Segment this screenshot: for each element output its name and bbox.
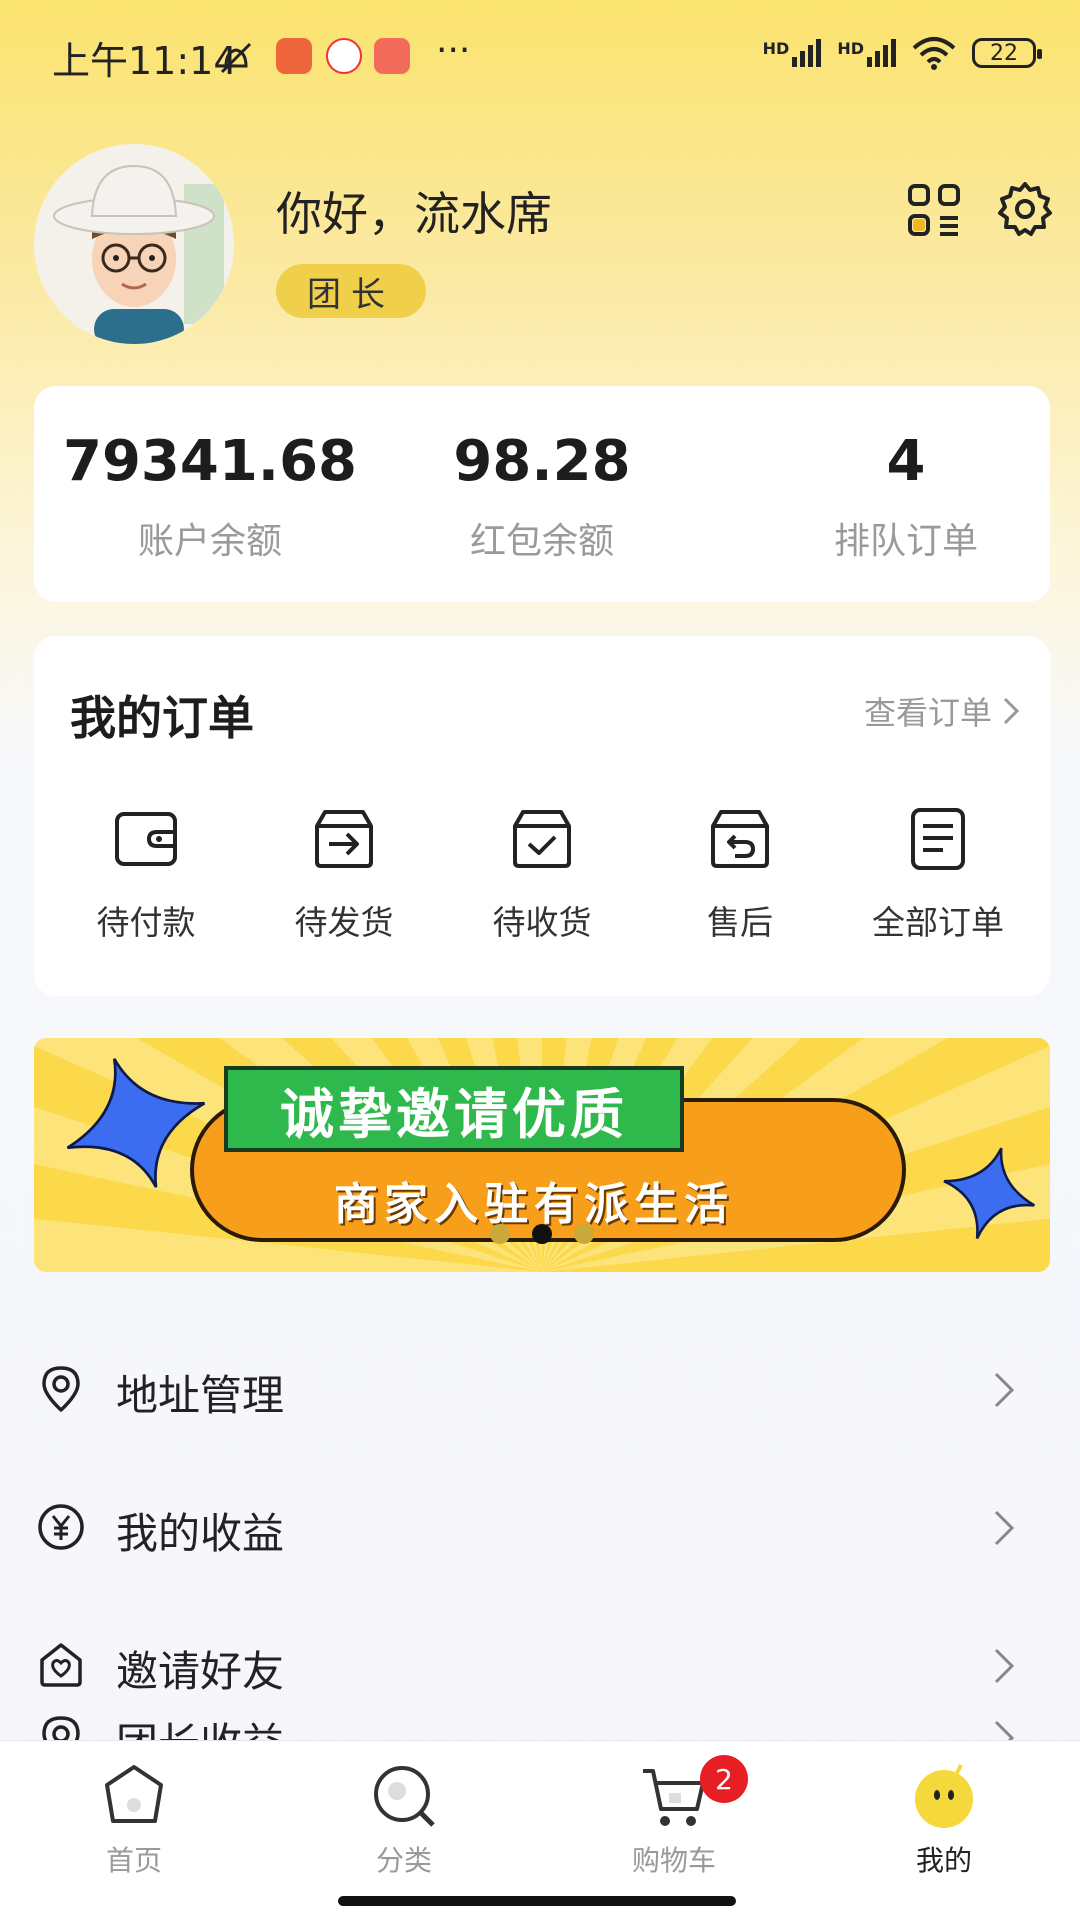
status-right: HD HD 22 <box>763 36 1042 70</box>
stats-card: 79341.68 账户余额 98.28 红包余额 4 排队订单 <box>34 386 1050 602</box>
greeting: 你好，流水席 <box>276 187 552 241</box>
nav-home[interactable]: 首页 <box>34 1761 234 1879</box>
battery-level: 22 <box>990 40 1018 66</box>
box-return-icon <box>711 810 769 868</box>
orders-card: 我的订单 查看订单 待付款 待发货 待收货 售后 全部订单 <box>34 636 1050 996</box>
carousel-dot[interactable] <box>574 1224 594 1244</box>
stat-queued-orders[interactable]: 4 排队订单 <box>756 434 1056 564</box>
menu-label: 团长收益 <box>116 1710 284 1740</box>
role-badge: 团长 <box>276 264 426 318</box>
chevron-right-icon <box>994 1372 1015 1408</box>
order-label: 售后 <box>707 903 773 942</box>
order-label: 待付款 <box>96 903 196 942</box>
nav-category[interactable]: 分类 <box>304 1761 504 1879</box>
carousel-indicator <box>490 1224 594 1244</box>
carousel-dot-active[interactable] <box>532 1224 552 1244</box>
mute-bell-icon <box>220 42 252 74</box>
nav-mine[interactable]: 我的 <box>844 1761 1044 1879</box>
location-icon <box>42 1366 80 1412</box>
nav-label: 首页 <box>105 1844 162 1877</box>
heart-house-icon <box>40 1643 82 1687</box>
stat-label: 排队订单 <box>833 521 978 562</box>
home-icon <box>105 1765 163 1823</box>
bottom-nav: 首页 分类 2 购物车 我的 <box>0 1740 1080 1920</box>
box-arrow-icon <box>315 810 373 868</box>
order-pending-receipt[interactable]: 待收货 <box>452 804 632 944</box>
nav-cart[interactable]: 2 购物车 <box>574 1755 774 1879</box>
banner-subline: 商家入驻有派生活 <box>334 1179 734 1230</box>
menu-label: 邀请好友 <box>116 1647 285 1696</box>
nav-label: 购物车 <box>631 1844 716 1877</box>
status-bar: 上午11:14 ··· HD HD 22 <box>0 0 1080 110</box>
gear-icon[interactable] <box>996 180 1054 238</box>
stat-label: 红包余额 <box>469 521 614 562</box>
home-indicator[interactable] <box>338 1896 736 1906</box>
order-pending-shipment[interactable]: 待发货 <box>254 804 434 944</box>
signal-label: HD <box>762 39 790 58</box>
view-orders-label: 查看订单 <box>863 694 992 732</box>
signal-label: HD <box>837 39 864 58</box>
search-icon <box>374 1766 435 1827</box>
nav-label: 我的 <box>915 1844 972 1877</box>
orders-title: 我的订单 <box>70 691 254 745</box>
avatar[interactable] <box>34 144 234 344</box>
order-pending-payment[interactable]: 待付款 <box>56 804 236 944</box>
smiley-icon <box>915 1764 973 1828</box>
carousel-dot[interactable] <box>490 1224 510 1244</box>
order-after-sales[interactable]: 售后 <box>650 804 830 944</box>
order-all[interactable]: 全部订单 <box>848 804 1028 944</box>
order-label: 待收货 <box>492 903 592 942</box>
chevron-right-icon <box>994 1720 1015 1740</box>
battery-icon: 22 <box>972 38 1042 68</box>
stat-label: 账户余额 <box>137 521 282 562</box>
sparkle-icon <box>943 1147 1035 1239</box>
menu-label: 地址管理 <box>116 1371 285 1420</box>
stat-account-balance[interactable]: 79341.68 账户余额 <box>60 434 360 564</box>
yuan-icon <box>38 1504 84 1550</box>
nav-label: 分类 <box>375 1844 432 1877</box>
stat-value: 98.28 <box>453 429 631 494</box>
baidu-map-notification-icon <box>326 38 362 74</box>
chevron-right-icon <box>1003 697 1020 725</box>
chevron-right-icon <box>994 1648 1015 1684</box>
avatar-illustration <box>53 164 224 344</box>
signal-icon: HD <box>837 39 896 67</box>
wifi-icon <box>912 37 956 70</box>
stat-value: 79341.68 <box>62 429 358 494</box>
order-label: 全部订单 <box>872 903 1004 942</box>
document-icon <box>911 808 965 870</box>
menu-my-earnings[interactable]: 我的收益 <box>0 1472 1080 1592</box>
menu-address-management[interactable]: 地址管理 <box>0 1334 1080 1454</box>
wallet-icon <box>115 812 177 866</box>
status-time: 上午11:14 <box>52 39 238 83</box>
more-notifications-icon: ··· <box>436 30 471 71</box>
promo-banner[interactable]: 诚挚邀请优质 商家入驻有派生活 <box>34 1038 1050 1272</box>
cart-icon <box>643 1769 705 1826</box>
stat-red-packet-balance[interactable]: 98.28 红包余额 <box>392 434 692 564</box>
qr-code-icon[interactable] <box>906 182 962 238</box>
signal-icon: HD <box>763 39 822 67</box>
cart-badge: 2 <box>700 1755 748 1803</box>
location-icon <box>42 1716 80 1740</box>
menu-leader-earnings[interactable]: 团长收益 <box>0 1692 1080 1740</box>
banner-headline: 诚挚邀请优质 <box>224 1066 684 1152</box>
order-label: 待发货 <box>294 903 394 942</box>
stat-value: 4 <box>886 429 926 494</box>
app-notification-icon <box>276 38 312 74</box>
shopping-notification-icon <box>374 38 410 74</box>
view-orders-link[interactable]: 查看订单 <box>864 688 1020 734</box>
box-check-icon <box>513 810 571 868</box>
menu-label: 我的收益 <box>116 1509 285 1558</box>
chevron-right-icon <box>994 1510 1015 1546</box>
